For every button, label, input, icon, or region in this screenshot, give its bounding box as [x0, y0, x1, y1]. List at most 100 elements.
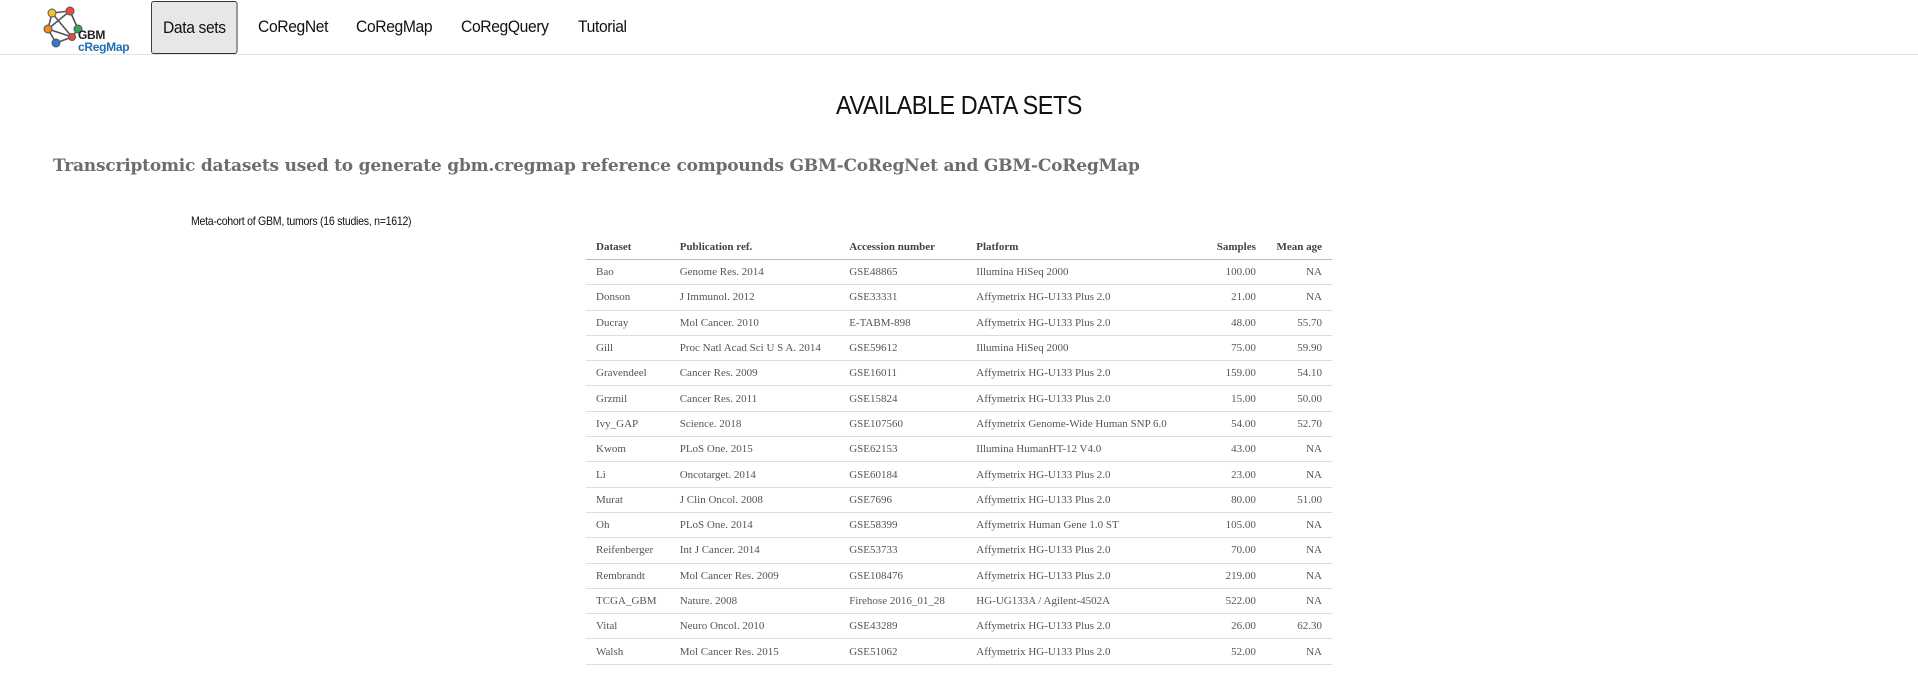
logo-text-cregmap: cRegMap: [78, 40, 130, 54]
header-publication[interactable]: Publication ref.: [669, 235, 840, 260]
cell-mean-age: 50.00: [1265, 385, 1332, 412]
cell-platform: HG-UG133A / Agilent-4502A: [966, 588, 1195, 615]
header-samples[interactable]: Samples: [1194, 235, 1266, 260]
table-row: Donson J Immunol. 2012 GSE33331 Affymetr…: [586, 284, 1332, 311]
cell-dataset: Li: [586, 461, 670, 488]
cell-accession: GSE15824: [839, 385, 967, 412]
nav-tab-coregquery[interactable]: CoRegQuery: [450, 1, 560, 53]
table-row: Kwom PLoS One. 2015 GSE62153 Illumina Hu…: [586, 436, 1332, 463]
cell-accession: GSE62153: [839, 436, 967, 463]
cell-mean-age: 59.90: [1265, 335, 1332, 362]
cell-platform: Illumina HiSeq 2000: [966, 335, 1195, 362]
table-row: Gill Proc Natl Acad Sci U S A. 2014 GSE5…: [586, 335, 1332, 362]
table-header: Dataset Publication ref. Accession numbe…: [586, 235, 1332, 260]
gbm-cregmap-logo[interactable]: GBM cRegMap: [42, 5, 132, 54]
cell-mean-age: NA: [1265, 638, 1332, 665]
cell-publication: Oncotarget. 2014: [669, 461, 840, 488]
cell-mean-age: NA: [1265, 259, 1332, 286]
table-row: Gravendeel Cancer Res. 2009 GSE16011 Aff…: [586, 360, 1332, 387]
cell-publication: Genome Res. 2014: [669, 259, 840, 286]
section-subtitle: Transcriptomic datasets used to generate…: [53, 156, 1140, 176]
cell-publication: Neuro Oncol. 2010: [669, 613, 840, 640]
table-row: Li Oncotarget. 2014 GSE60184 Affymetrix …: [586, 461, 1332, 488]
cell-platform: Affymetrix HG-U133 Plus 2.0: [966, 310, 1195, 336]
cell-mean-age: 54.10: [1265, 360, 1332, 387]
cell-dataset: Ivy_GAP: [586, 411, 670, 438]
cell-samples: 80.00: [1194, 487, 1266, 513]
table-header-row: Dataset Publication ref. Accession numbe…: [586, 235, 1332, 260]
cell-mean-age: NA: [1265, 588, 1332, 615]
cell-accession: GSE53733: [839, 537, 967, 564]
cell-samples: 75.00: [1194, 335, 1266, 362]
header-accession[interactable]: Accession number: [839, 235, 967, 260]
cell-accession: GSE59612: [839, 335, 967, 362]
header-platform[interactable]: Platform: [966, 235, 1195, 260]
cell-platform: Affymetrix HG-U133 Plus 2.0: [966, 563, 1195, 589]
cell-samples: 52.00: [1194, 638, 1266, 665]
cell-accession: GSE16011: [839, 360, 967, 387]
header-mean-age[interactable]: Mean age: [1265, 235, 1332, 260]
cell-platform: Affymetrix HG-U133 Plus 2.0: [966, 613, 1195, 640]
nav-tab-tutorial[interactable]: Tutorial: [567, 1, 638, 53]
cell-platform: Affymetrix Genome-Wide Human SNP 6.0: [966, 411, 1195, 438]
cell-dataset: Vital: [586, 613, 670, 640]
table-row: TCGA_GBM Nature. 2008 Firehose 2016_01_2…: [586, 588, 1332, 615]
cell-publication: PLoS One. 2015: [669, 436, 840, 463]
cell-publication: Mol Cancer Res. 2009: [669, 563, 840, 589]
cell-samples: 15.00: [1194, 385, 1266, 412]
table-row: Grzmil Cancer Res. 2011 GSE15824 Affymet…: [586, 385, 1332, 412]
cell-samples: 159.00: [1194, 360, 1266, 387]
main-nav: Data sets CoRegNet CoRegMap CoRegQuery T…: [151, 0, 642, 54]
cell-accession: GSE51062: [839, 638, 967, 665]
cell-platform: Affymetrix HG-U133 Plus 2.0: [966, 461, 1195, 488]
cell-samples: 48.00: [1194, 310, 1266, 336]
cell-mean-age: NA: [1265, 284, 1332, 311]
cell-platform: Illumina HiSeq 2000: [966, 259, 1195, 286]
header-dataset[interactable]: Dataset: [586, 235, 670, 260]
cell-mean-age: 52.70: [1265, 411, 1332, 438]
cell-publication: Cancer Res. 2011: [669, 385, 840, 412]
cell-dataset: Gill: [586, 335, 670, 362]
cell-mean-age: NA: [1265, 461, 1332, 488]
cell-dataset: TCGA_GBM: [586, 588, 670, 615]
cell-dataset: Kwom: [586, 436, 670, 463]
cell-accession: E-TABM-898: [839, 310, 967, 336]
cell-publication: J Immunol. 2012: [669, 284, 840, 311]
table-body: Bao Genome Res. 2014 GSE48865 Illumina H…: [586, 259, 1332, 665]
cell-accession: GSE43289: [839, 613, 967, 640]
cell-publication: Science. 2018: [669, 411, 840, 438]
nav-tab-coregnet[interactable]: CoRegNet: [247, 1, 339, 53]
cell-platform: Affymetrix HG-U133 Plus 2.0: [966, 385, 1195, 412]
cell-mean-age: 62.30: [1265, 613, 1332, 640]
cell-mean-age: NA: [1265, 537, 1332, 564]
cell-mean-age: 55.70: [1265, 310, 1332, 336]
cell-mean-age: 51.00: [1265, 487, 1332, 513]
cell-platform: Affymetrix HG-U133 Plus 2.0: [966, 487, 1195, 513]
cell-samples: 54.00: [1194, 411, 1266, 438]
cell-platform: Affymetrix HG-U133 Plus 2.0: [966, 284, 1195, 311]
cell-accession: GSE60184: [839, 461, 967, 488]
table-row: Ducray Mol Cancer. 2010 E-TABM-898 Affym…: [586, 310, 1332, 336]
top-navbar: GBM cRegMap Data sets CoRegNet CoRegMap …: [0, 0, 1918, 55]
cell-samples: 105.00: [1194, 512, 1266, 539]
nav-tab-coregmap[interactable]: CoRegMap: [345, 1, 443, 53]
cell-dataset: Grzmil: [586, 385, 670, 412]
cell-publication: PLoS One. 2014: [669, 512, 840, 539]
page-title: AVAILABLE DATA SETS: [836, 90, 1082, 120]
cell-publication: Proc Natl Acad Sci U S A. 2014: [669, 335, 840, 362]
nav-tab-data-sets[interactable]: Data sets: [151, 0, 238, 54]
cell-publication: Mol Cancer Res. 2015: [669, 638, 840, 665]
table-row: Reifenberger Int J Cancer. 2014 GSE53733…: [586, 537, 1332, 564]
cell-dataset: Rembrandt: [586, 563, 670, 589]
cell-platform: Illumina HumanHT-12 V4.0: [966, 436, 1195, 463]
cell-dataset: Donson: [586, 284, 670, 311]
cell-accession: GSE108476: [839, 563, 967, 589]
cell-accession: Firehose 2016_01_28: [839, 588, 967, 615]
table-row: Oh PLoS One. 2014 GSE58399 Affymetrix Hu…: [586, 512, 1332, 539]
cell-dataset: Gravendeel: [586, 360, 670, 387]
cell-samples: 219.00: [1194, 563, 1266, 589]
cell-accession: GSE107560: [839, 411, 967, 438]
cell-dataset: Murat: [586, 487, 670, 513]
table-row: Ivy_GAP Science. 2018 GSE107560 Affymetr…: [586, 411, 1332, 438]
cell-accession: GSE7696: [839, 487, 967, 513]
